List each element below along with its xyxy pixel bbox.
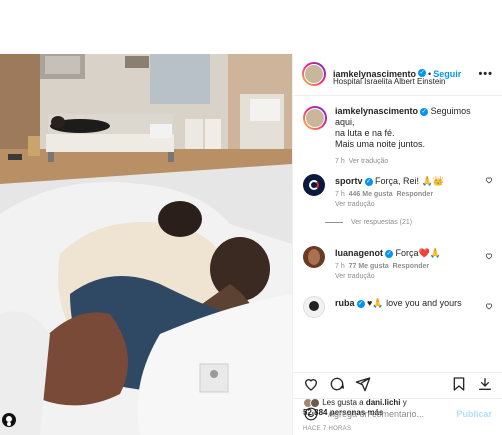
view-replies-link[interactable]: Ver respuestas (21) xyxy=(325,219,412,226)
caption-meta: 7 h Ver tradução xyxy=(335,158,388,165)
reply-link[interactable]: Responder xyxy=(393,263,430,270)
comment-text: sportv ✓ Força, Rei! 🙏👑 xyxy=(335,176,485,187)
comment-body: ♥🙏 love you and yours xyxy=(367,298,462,308)
caption-line-3: Mais uma noite juntos. xyxy=(335,139,426,149)
comment-body: Força❤️🙏 xyxy=(395,248,441,258)
comment-likes[interactable]: 446 Me gusta xyxy=(349,191,393,198)
comment-translate-link[interactable]: Ver tradução xyxy=(335,201,375,208)
emoji-icon[interactable] xyxy=(304,407,318,421)
caption-text: iamkelynascimento ✓ Seguimos aqui, na lut… xyxy=(335,106,485,150)
comment-body: Força, Rei! 🙏👑 xyxy=(375,176,444,186)
verified-icon: ✓ xyxy=(364,177,373,186)
instagram-post: iamkelynascimento ✓ • Seguir Hospital Israe… xyxy=(0,54,502,435)
comment-translate-link[interactable]: Ver tradução xyxy=(335,273,375,280)
comment-item: luanagenot ✓ Força❤️🙏 7 h 77 Me gusta Res… xyxy=(303,246,499,290)
verified-icon: ✓ xyxy=(385,249,394,258)
post-header: iamkelynascimento ✓ • Seguir Hospital Israe… xyxy=(293,54,502,96)
caption-avatar[interactable] xyxy=(303,106,327,130)
commenter-username[interactable]: sportv xyxy=(335,176,363,186)
post-details-panel: iamkelynascimento ✓ • Seguir Hospital Israe… xyxy=(292,54,502,435)
add-comment-bar: Agrega un comentario... Publicar xyxy=(292,398,502,428)
commenter-avatar[interactable] xyxy=(303,246,325,268)
heart-icon[interactable] xyxy=(303,376,319,392)
comment-meta: 7 h 446 Me gusta Responder xyxy=(335,191,433,198)
comment-item: ruba ✓ ♥🙏 love you and yours xyxy=(303,296,499,320)
heart-icon[interactable] xyxy=(485,252,493,260)
hospital-room-image xyxy=(0,54,292,435)
action-bar xyxy=(293,372,502,394)
commenter-username[interactable]: ruba xyxy=(335,298,355,308)
commenter-avatar[interactable] xyxy=(303,174,325,196)
comment-input[interactable]: Agrega un comentario... xyxy=(328,409,424,419)
comment-icon[interactable] xyxy=(329,376,345,392)
heart-icon[interactable] xyxy=(485,176,493,184)
verified-icon: ✓ xyxy=(420,107,429,116)
caption-username[interactable]: iamkelynascimento xyxy=(335,106,418,116)
caption: iamkelynascimento ✓ Seguimos aqui, na lut… xyxy=(303,106,499,166)
author-avatar[interactable] xyxy=(302,62,326,86)
post-photo[interactable] xyxy=(0,54,292,435)
comment-meta: 7 h 77 Me gusta Responder xyxy=(335,263,429,270)
bookmark-icon[interactable] xyxy=(451,376,467,392)
heart-icon[interactable] xyxy=(485,302,493,310)
comment-text: ruba ✓ ♥🙏 love you and yours xyxy=(335,298,485,309)
caption-age: 7 h xyxy=(335,158,345,165)
tag-user-icon[interactable] xyxy=(2,413,16,427)
commenter-username[interactable]: luanagenot xyxy=(335,248,383,258)
share-icon[interactable] xyxy=(355,376,371,392)
publish-button[interactable]: Publicar xyxy=(456,409,492,419)
more-icon[interactable]: ••• xyxy=(478,68,493,80)
commenter-avatar[interactable] xyxy=(303,296,325,318)
comments-list: iamkelynascimento ✓ Seguimos aqui, na lut… xyxy=(293,96,502,372)
verified-icon: ✓ xyxy=(418,68,427,77)
reply-link[interactable]: Responder xyxy=(396,191,433,198)
comment-age: 7 h xyxy=(335,191,345,198)
caption-line-2: na luta e na fé. xyxy=(335,128,395,138)
comment-item: sportv ✓ Força, Rei! 🙏👑 7 h 446 Me gusta … xyxy=(303,174,499,238)
download-icon[interactable] xyxy=(477,376,493,392)
verified-icon: ✓ xyxy=(356,299,365,308)
caption-translate-link[interactable]: Ver tradução xyxy=(349,158,389,165)
post-location[interactable]: Hospital Israelita Albert Einstein xyxy=(333,77,446,86)
comment-likes[interactable]: 77 Me gusta xyxy=(349,263,389,270)
comment-age: 7 h xyxy=(335,263,345,270)
comment-text: luanagenot ✓ Força❤️🙏 xyxy=(335,248,485,259)
